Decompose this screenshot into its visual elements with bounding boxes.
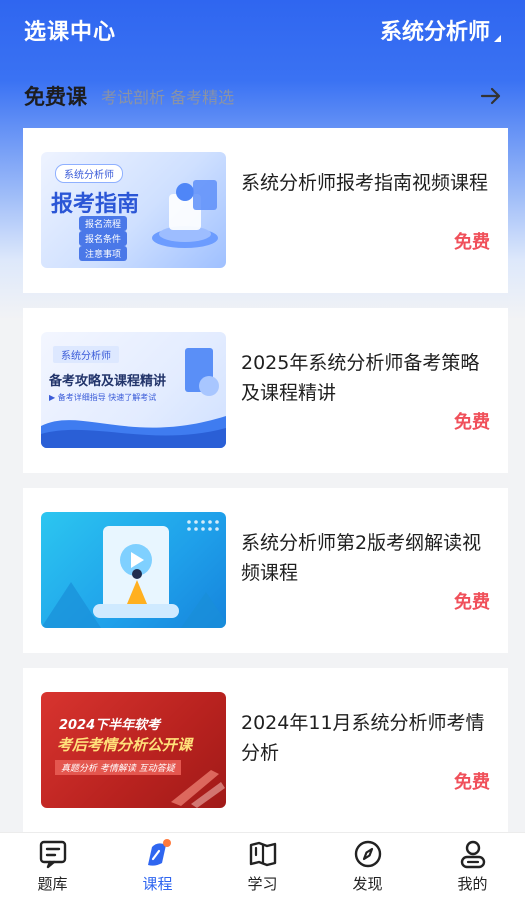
- video-scroll-illustration-icon: [41, 520, 226, 628]
- tab-course[interactable]: 课程: [113, 838, 203, 894]
- arrow-right-icon[interactable]: [478, 83, 504, 109]
- book-illustration-icon: [185, 348, 219, 396]
- price-label: 免费: [454, 772, 490, 793]
- tab-label: 我的: [457, 874, 488, 893]
- page-title: 选课中心: [24, 20, 117, 45]
- tab-label: 课程: [142, 874, 173, 893]
- wave-illustration-icon: [41, 416, 226, 448]
- thumb-item: 报名条件: [79, 231, 128, 246]
- compass-icon: [352, 839, 384, 869]
- tab-label: 学习: [247, 874, 278, 893]
- tab-question-bank[interactable]: 题库: [8, 839, 98, 894]
- course-thumbnail: 系统分析师 备考攻略及课程精讲 ▶ 备考详细指导 快速了解考试: [41, 332, 226, 448]
- course-thumbnail: [41, 512, 226, 628]
- plane-illustration-icon: [171, 770, 225, 808]
- thumb-line2: 考后考情分析公开课: [57, 736, 193, 754]
- thumb-tag: 系统分析师: [55, 164, 123, 183]
- exam-selector-label: 系统分析师: [379, 20, 490, 45]
- profile-icon: [457, 839, 489, 869]
- free-course-section-header[interactable]: 免费课 考试剖析 备考精选: [24, 78, 504, 114]
- course-card[interactable]: 系统分析师 备考攻略及课程精讲 ▶ 备考详细指导 快速了解考试 2025年系统分…: [23, 308, 508, 473]
- course-title: 系统分析师报考指南视频课程: [241, 172, 489, 194]
- tab-label: 题库: [37, 874, 68, 893]
- thumb-tag: 系统分析师: [53, 346, 119, 363]
- thumb-line1: 2024下半年软考: [59, 718, 161, 733]
- book-icon: [247, 839, 279, 869]
- bottom-tab-bar: 题库 课程 学习 发现 我的: [0, 832, 525, 899]
- course-thumbnail: 系统分析师 报考指南 报名流程 报名条件 注意事项: [41, 152, 226, 268]
- thumb-headline: 备考攻略及课程精讲: [49, 374, 167, 389]
- platform-illustration-icon: [152, 180, 218, 248]
- tab-label: 发现: [352, 874, 383, 893]
- course-icon: [142, 838, 174, 869]
- tab-profile[interactable]: 我的: [428, 839, 518, 894]
- top-bar: 选课中心 系统分析师: [0, 0, 525, 60]
- section-subtitle: 考试剖析 备考精选: [101, 88, 235, 107]
- price-label: 免费: [454, 592, 490, 613]
- thumb-item: 注意事项: [79, 246, 128, 261]
- question-bank-icon: [37, 839, 69, 869]
- price-label: 免费: [454, 412, 490, 433]
- course-thumbnail: 2024下半年软考 考后考情分析公开课 真题分析 考情解读 互动答疑: [41, 692, 226, 808]
- section-title: 免费课: [24, 85, 87, 109]
- course-card[interactable]: 系统分析师 报考指南 报名流程 报名条件 注意事项 系统分析师报考指南视频课程 …: [23, 128, 508, 293]
- tab-discover[interactable]: 发现: [323, 839, 413, 894]
- thumb-item: 报名流程: [79, 216, 128, 231]
- exam-selector[interactable]: 系统分析师: [380, 14, 501, 46]
- dropdown-corner-icon: [494, 35, 501, 42]
- course-title: 2025年系统分析师备考策略及课程精讲: [241, 352, 480, 404]
- course-title: 2024年11月系统分析师考情分析: [241, 712, 485, 764]
- thumb-headline: 报考指南: [51, 192, 140, 217]
- course-card[interactable]: 2024下半年软考 考后考情分析公开课 真题分析 考情解读 互动答疑 2024年…: [23, 668, 508, 833]
- course-title: 系统分析师第2版考纲解读视频课程: [241, 532, 482, 584]
- course-card[interactable]: 系统分析师第2版考纲解读视频课程 免费: [23, 488, 508, 653]
- price-label: 免费: [454, 232, 490, 253]
- tab-study[interactable]: 学习: [218, 839, 308, 894]
